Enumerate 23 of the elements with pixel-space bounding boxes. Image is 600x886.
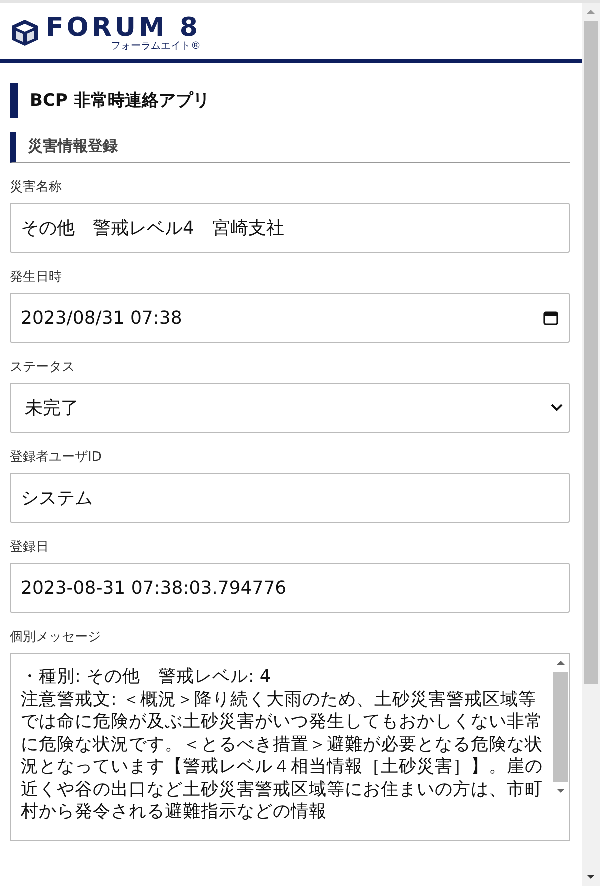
status-dropdown[interactable]: 未完了 — [10, 383, 570, 433]
message-field[interactable]: ・種別: その他 警戒レベル: 4 注意警戒文: ＜概況＞降り続く大雨のため、土砂災害警戒区域等では命に危険が及ぶ土砂災害がいつ発生してもおかしくない非常に危険な状況です。＜とるべき措置＞避難が必要となる危険な状況となっています【警戒レベル４相当情報［土砂災害］】。崖の近くや谷の出口など土砂災害警戒区域等にお住まいの方は、市町村から発令される避難指示などの情報 — [10, 653, 570, 841]
logo-wordmark: FORUM 8 — [46, 14, 202, 40]
text-field[interactable]: システム — [10, 473, 570, 523]
scroll-down-icon[interactable] — [586, 874, 596, 880]
calendar-icon[interactable] — [543, 310, 559, 326]
text-field[interactable]: その他 警戒レベル4 宮崎支社 — [10, 203, 570, 253]
logo-subtitle: フォーラムエイト® — [111, 42, 202, 52]
field-label: 発生日時 — [10, 269, 63, 286]
field-label: 登録者ユーザID — [10, 449, 103, 466]
field-label: 災害名称 — [10, 179, 63, 196]
field-label: 個別メッセージ — [10, 629, 102, 646]
field-label: 登録日 — [10, 539, 50, 556]
section-title: 災害情報登録 — [10, 132, 570, 163]
app-title: BCP 非常時連絡アプリ — [10, 83, 572, 118]
scroll-down-icon[interactable] — [556, 788, 566, 794]
field-label: ステータス — [10, 359, 76, 376]
page-scrollbar[interactable] — [582, 3, 600, 886]
date-field[interactable]: 2023/08/31 07:38 — [10, 293, 570, 343]
chevron-down-icon — [551, 404, 563, 412]
scroll-up-icon[interactable] — [556, 660, 566, 666]
cube-logo-icon — [10, 18, 40, 48]
text-field[interactable]: 2023-08-31 07:38:03.794776 — [10, 563, 570, 613]
